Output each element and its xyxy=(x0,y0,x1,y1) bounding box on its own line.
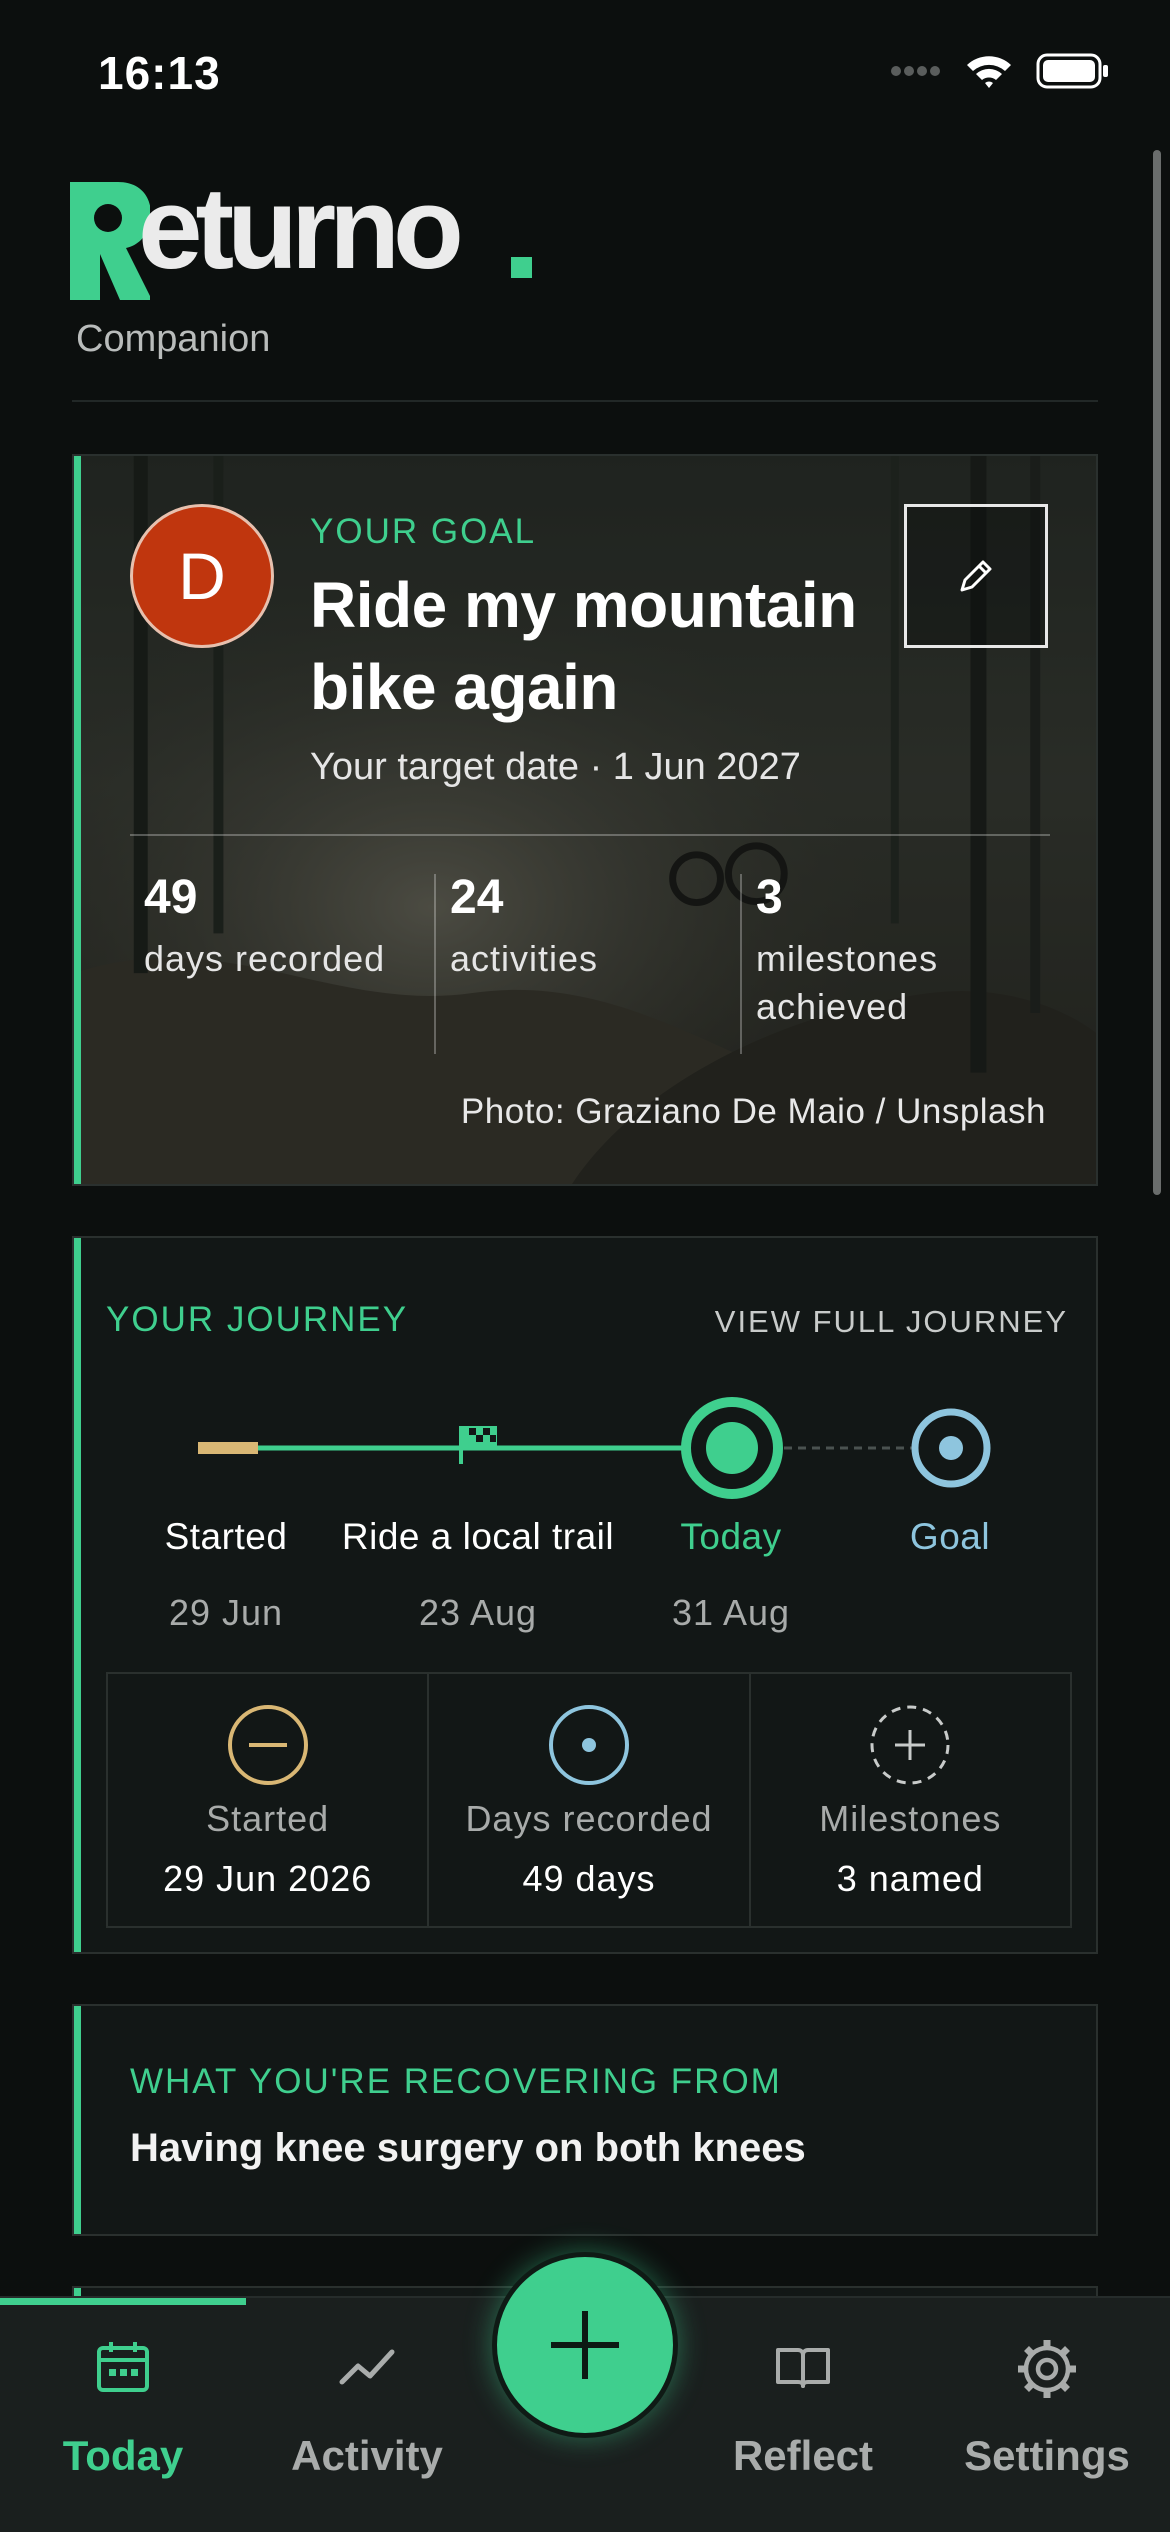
goal-divider xyxy=(130,834,1050,836)
logo-wordmark: eturno xyxy=(138,163,464,293)
goal-kicker: YOUR GOAL xyxy=(310,512,537,551)
timeline-label-milestone: Ride a local trail xyxy=(341,1516,615,1557)
timeline-label-today: Today xyxy=(680,1516,782,1557)
card-accent xyxy=(74,456,81,1184)
stat-separator xyxy=(434,874,436,1054)
header-divider xyxy=(72,400,1098,402)
journey-title: YOUR JOURNEY xyxy=(106,1300,409,1339)
stat-label: activities xyxy=(450,937,599,979)
stat-value: 49 xyxy=(144,871,198,924)
tab-reflect[interactable]: Reflect xyxy=(680,2298,926,2498)
status-time: 16:13 xyxy=(98,47,221,99)
card-accent xyxy=(74,1238,81,1952)
plus-icon xyxy=(551,2311,619,2379)
add-entry-button[interactable] xyxy=(492,2252,678,2438)
pencil-icon xyxy=(960,560,992,592)
journey-summary: Started 29 Jun 2026 Days recorded 49 day… xyxy=(106,1672,1072,1928)
timeline-date-today: 31 Aug xyxy=(671,1592,791,1633)
book-icon xyxy=(776,2348,830,2388)
cellular-signal-icon xyxy=(891,66,940,76)
summary-label: Days recorded xyxy=(465,1798,713,1839)
summary-started: Started 29 Jun 2026 xyxy=(108,1674,430,1926)
goal-target-date: Your target date · 1 Jun 2027 xyxy=(310,746,801,788)
flag-icon xyxy=(459,1426,497,1464)
status-bar: 16:13 xyxy=(0,0,1170,140)
stat-value: 24 xyxy=(450,871,504,924)
plus-dashed-circle-icon xyxy=(870,1705,950,1785)
timeline-label-started: Started xyxy=(164,1516,288,1557)
minus-circle-icon xyxy=(227,1705,308,1785)
tab-settings[interactable]: Settings xyxy=(924,2298,1170,2498)
stat-value: 3 xyxy=(756,871,783,924)
summary-label: Milestones xyxy=(819,1798,1002,1839)
journey-card: YOUR JOURNEY VIEW FULL JOURNEY Started R… xyxy=(72,1236,1098,1954)
timeline-label-goal: Goal xyxy=(909,1516,991,1557)
status-icons xyxy=(890,52,1110,90)
stat-label: days recorded xyxy=(144,937,386,979)
stat-milestones: 3 milestones achieved xyxy=(756,871,996,1031)
summary-milestones: Milestones 3 named xyxy=(751,1674,1070,1926)
wifi-icon xyxy=(967,56,1011,88)
summary-value: 49 days xyxy=(522,1858,656,1899)
battery-icon xyxy=(1036,53,1108,89)
timeline-date-milestone: 23 Aug xyxy=(418,1592,538,1633)
calendar-icon xyxy=(97,2342,149,2392)
stat-label: milestones achieved xyxy=(756,937,939,1027)
logo-dot xyxy=(511,257,532,278)
avatar[interactable]: D xyxy=(130,504,274,648)
timeline-date-started: 29 Jun xyxy=(168,1592,284,1633)
scrollbar[interactable] xyxy=(1153,150,1161,1195)
stat-activities: 24 activities xyxy=(450,871,599,983)
today-marker-icon xyxy=(681,1397,783,1499)
summary-value: 3 named xyxy=(836,1858,984,1899)
tab-today[interactable]: Today xyxy=(0,2298,246,2498)
goal-title: Ride my mountain bike again xyxy=(310,569,857,723)
recovery-kicker: WHAT YOU'RE RECOVERING FROM xyxy=(130,2062,782,2101)
tab-label: Activity xyxy=(291,2432,443,2479)
stat-days-recorded: 49 days recorded xyxy=(144,871,386,983)
start-bar-icon xyxy=(198,1442,258,1454)
brand-subtitle: Companion xyxy=(76,318,271,360)
tab-label: Reflect xyxy=(732,2432,874,2479)
card-accent xyxy=(74,2006,81,2234)
recovery-card[interactable]: WHAT YOU'RE RECOVERING FROM Having knee … xyxy=(72,2004,1098,2236)
photo-credit[interactable]: Photo: Graziano De Maio / Unsplash xyxy=(461,1092,1046,1132)
edit-goal-button[interactable] xyxy=(904,504,1048,648)
recovery-text: Having knee surgery on both knees xyxy=(130,2126,806,2170)
goal-target-icon xyxy=(911,1408,991,1488)
gear-icon xyxy=(1018,2340,1076,2398)
stat-separator xyxy=(740,874,742,1054)
tab-label: Settings xyxy=(964,2432,1130,2479)
summary-days-recorded: Days recorded 49 days xyxy=(429,1674,751,1926)
dot-circle-icon xyxy=(548,1705,629,1785)
view-full-journey-link[interactable]: VIEW FULL JOURNEY xyxy=(715,1304,1068,1340)
chart-line-icon xyxy=(339,2349,395,2385)
summary-label: Started xyxy=(206,1798,330,1839)
tab-label: Today xyxy=(62,2432,184,2479)
journey-timeline xyxy=(198,1397,991,1499)
tab-activity[interactable]: Activity xyxy=(244,2298,490,2498)
goal-card: D YOUR GOAL Ride my mountain bike again … xyxy=(72,454,1098,1186)
summary-value: 29 Jun 2026 xyxy=(163,1858,373,1899)
